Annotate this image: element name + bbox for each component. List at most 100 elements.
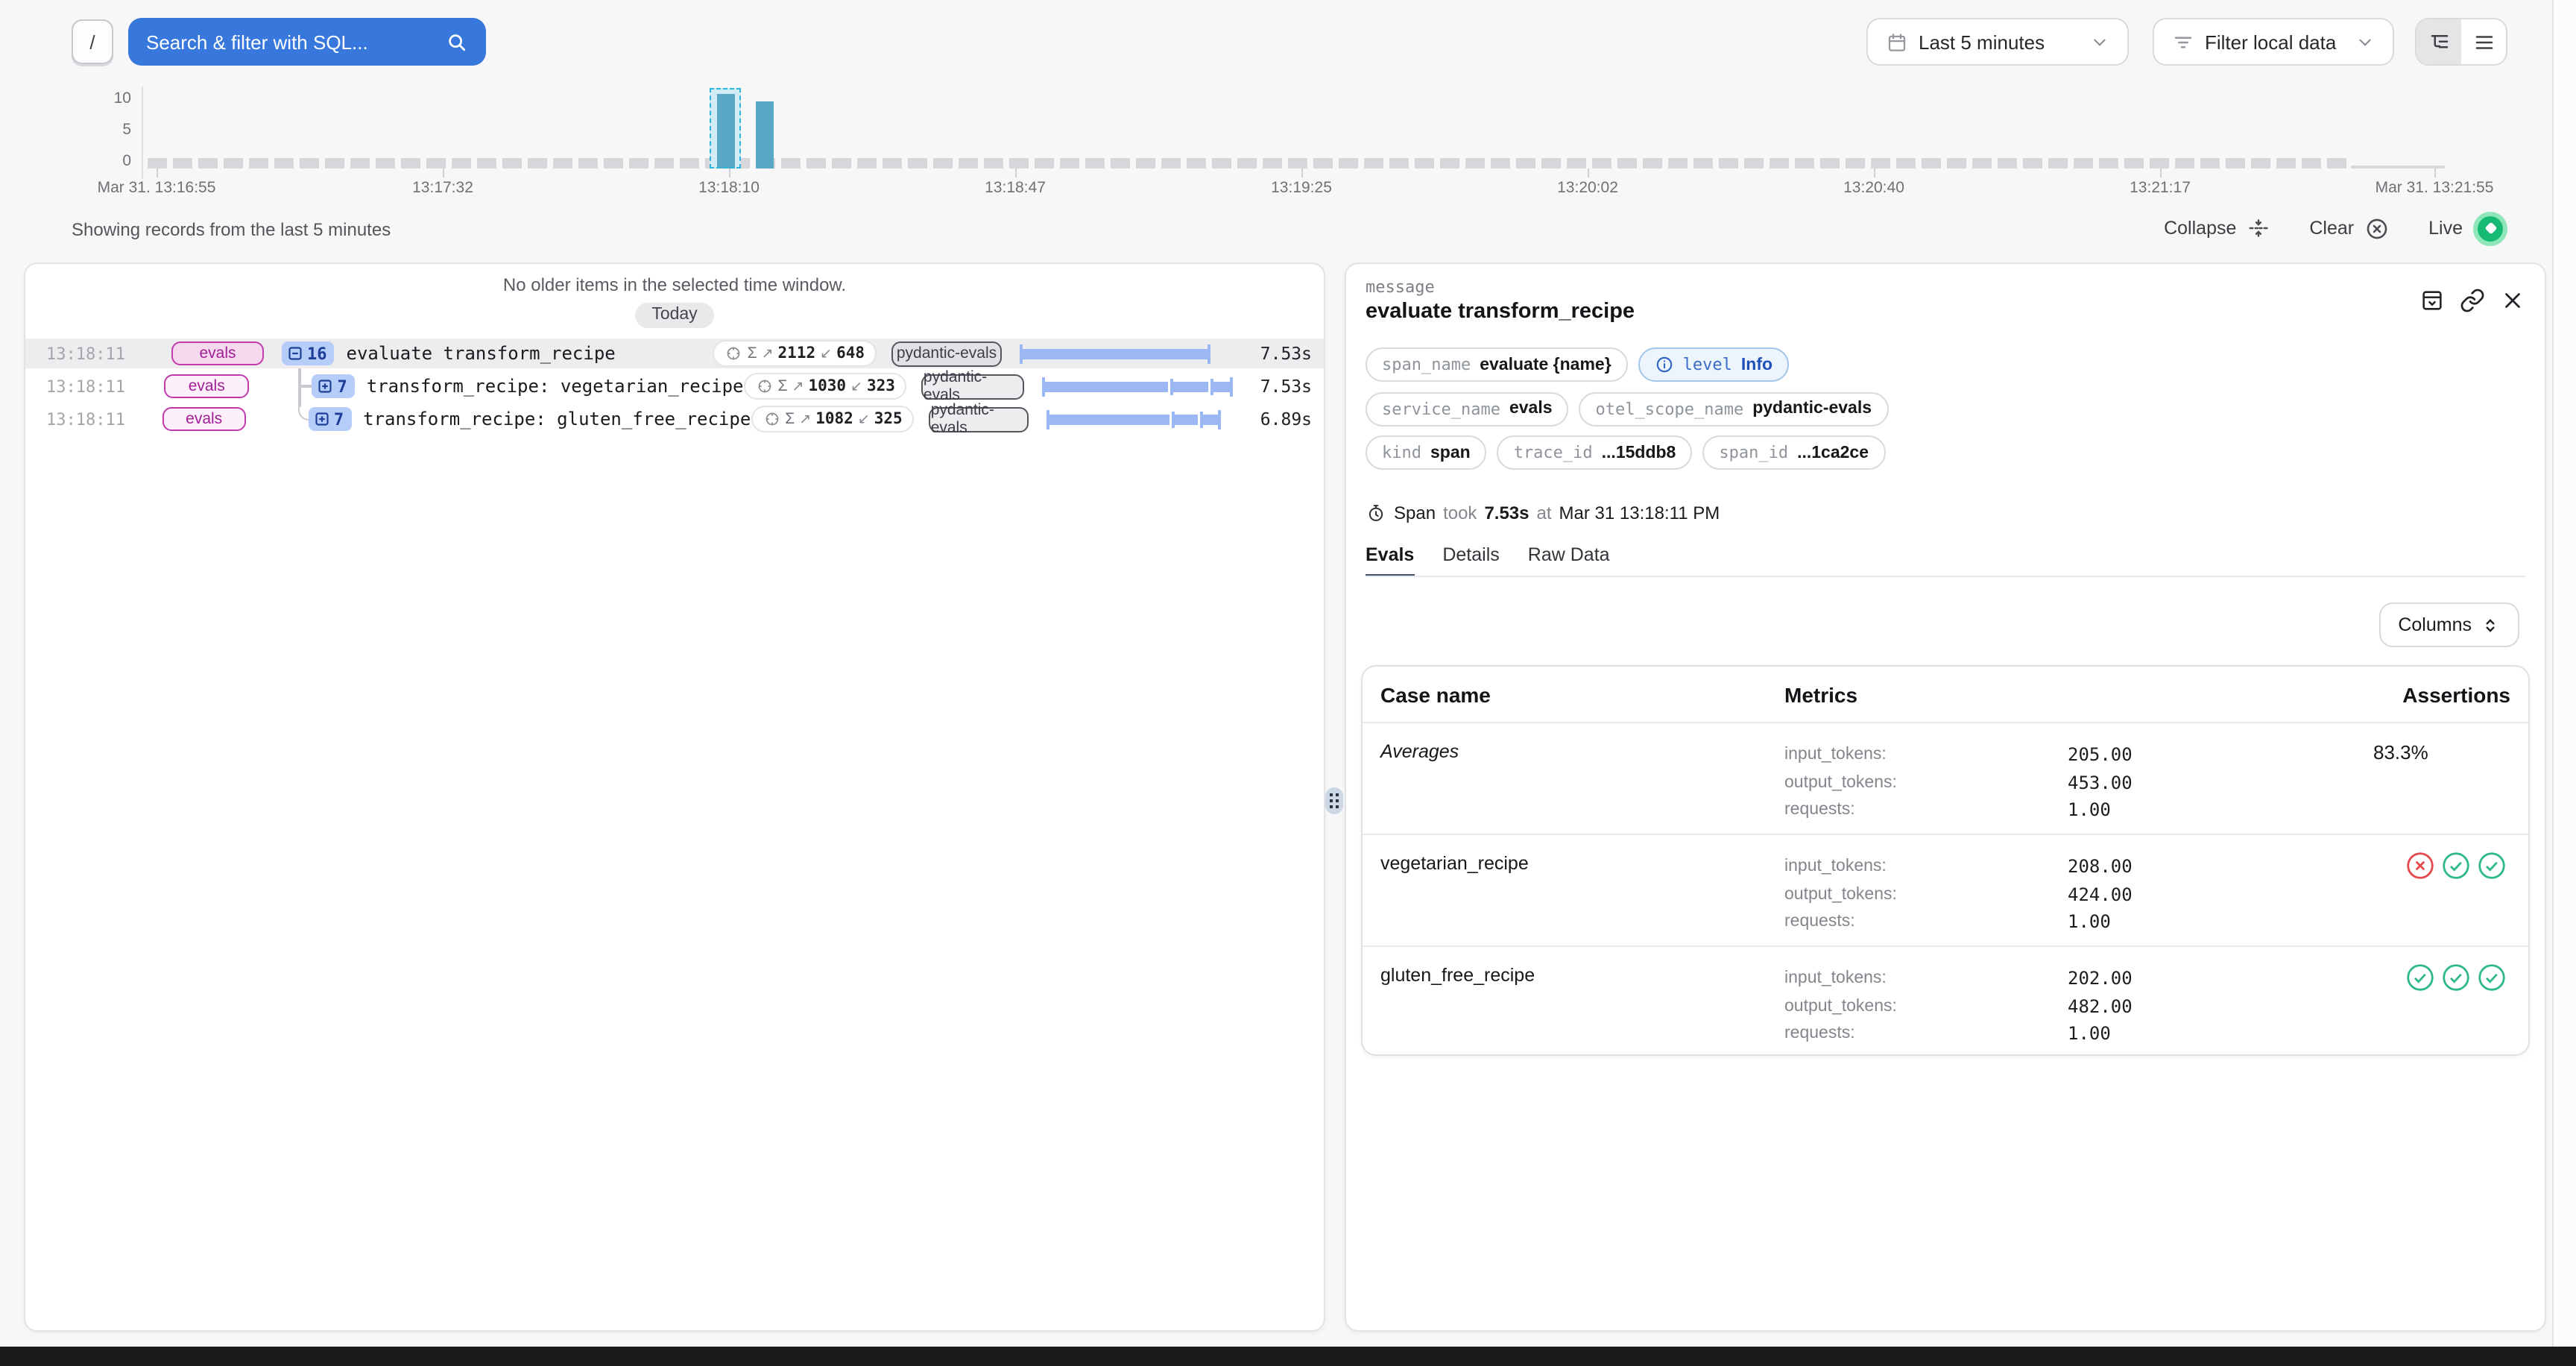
tab-details[interactable]: Details bbox=[1442, 544, 1499, 577]
collapse-button[interactable]: Collapse bbox=[2164, 216, 2270, 240]
list-view-button[interactable] bbox=[2461, 19, 2506, 64]
columns-button[interactable]: Columns bbox=[2378, 602, 2519, 647]
axis-tail-line bbox=[2351, 166, 2445, 169]
x-axis-tick-label: 13:18:47 bbox=[985, 179, 1046, 197]
span-title: evaluate transform_recipe bbox=[1366, 300, 1635, 324]
span-timestamp: Mar 31 13:18:11 PM bbox=[1559, 503, 1720, 523]
tree-view-button[interactable] bbox=[2416, 19, 2461, 64]
close-button[interactable] bbox=[2500, 288, 2525, 313]
duration-bar[interactable] bbox=[1020, 339, 1222, 368]
child-count: 7 bbox=[334, 409, 344, 429]
search-icon bbox=[446, 31, 468, 53]
assertion-pass-icon[interactable] bbox=[2476, 850, 2507, 937]
trace-row[interactable]: 13:18:11 evals 16 evaluate transform_rec… bbox=[25, 339, 1324, 368]
calendar-icon bbox=[1886, 31, 1908, 53]
level-badge[interactable]: level Info bbox=[1638, 347, 1789, 382]
token-metrics-chip[interactable]: Σ ↗ 1082 ↙ 325 bbox=[751, 406, 914, 432]
evals-tag-badge[interactable]: evals bbox=[164, 374, 250, 398]
metric-label: input_tokens: bbox=[1784, 965, 2068, 992]
tab-raw-data[interactable]: Raw Data bbox=[1528, 544, 1610, 577]
histogram-bar[interactable] bbox=[756, 101, 774, 169]
duration-bar[interactable] bbox=[1047, 404, 1231, 434]
dock-panel-button[interactable] bbox=[2419, 288, 2445, 313]
attribute-key: span_name bbox=[1382, 355, 1471, 374]
attribute-pill-span-name[interactable]: span_name evaluate {name} bbox=[1366, 347, 1628, 382]
trace-row[interactable]: 13:18:11 evals 7 transform_recipe: glute… bbox=[25, 404, 1324, 434]
collapse-children-toggle[interactable]: 16 bbox=[282, 342, 335, 365]
tab-evals[interactable]: Evals bbox=[1366, 544, 1414, 577]
time-range-dropdown[interactable]: Last 5 minutes bbox=[1866, 18, 2129, 66]
scope-badge[interactable]: pydantic-evals bbox=[922, 374, 1024, 399]
output-tokens-arrow-icon: ↙ bbox=[820, 345, 832, 362]
empty-buckets-baseline bbox=[148, 158, 2351, 169]
assertion-fail-icon[interactable] bbox=[2405, 850, 2436, 937]
sigma-icon: Σ bbox=[785, 410, 795, 428]
filter-dropdown[interactable]: Filter local data bbox=[2153, 18, 2394, 66]
expand-children-toggle[interactable]: 7 bbox=[309, 407, 351, 431]
child-count: 7 bbox=[338, 377, 347, 396]
metric-value: 1.00 bbox=[2068, 1020, 2349, 1048]
output-tokens-arrow-icon: ↙ bbox=[858, 411, 870, 427]
assertion-pass-icon[interactable] bbox=[2440, 962, 2472, 1048]
assertion-pass-icon[interactable] bbox=[2405, 962, 2436, 1048]
attribute-pill-span-id[interactable]: span_id ...1ca2ce bbox=[1702, 435, 1885, 470]
duration-bar[interactable] bbox=[1042, 371, 1229, 401]
square-plus-icon bbox=[318, 379, 333, 394]
evals-table-header: Case name Metrics Assertions bbox=[1363, 667, 2528, 722]
input-tokens-value: 2112 bbox=[778, 344, 816, 362]
detail-tabs: Evals Details Raw Data bbox=[1366, 544, 1610, 577]
date-chip-today[interactable]: Today bbox=[635, 302, 713, 327]
search-button[interactable]: Search & filter with SQL... bbox=[128, 18, 486, 66]
info-icon bbox=[1655, 355, 1674, 374]
token-metrics-chip[interactable]: Σ ↗ 1030 ↙ 323 bbox=[744, 373, 907, 400]
attribute-pill-kind[interactable]: kind span bbox=[1366, 435, 1487, 470]
scrollbar-gutter[interactable] bbox=[2552, 0, 2576, 1347]
assertion-pass-icon[interactable] bbox=[2440, 850, 2472, 937]
tokens-coin-icon bbox=[763, 410, 780, 428]
metric-value: 1.00 bbox=[2068, 796, 2349, 824]
span-name: transform_recipe: gluten_free_recipe bbox=[363, 409, 751, 429]
x-axis-tick bbox=[2434, 169, 2436, 177]
x-axis-tick-label: 13:19:25 bbox=[1271, 179, 1332, 197]
scope-badge[interactable]: pydantic-evals bbox=[891, 341, 1002, 366]
attribute-pill-otel-scope-name[interactable]: otel_scope_name pydantic-evals bbox=[1579, 391, 1889, 426]
token-metrics-chip[interactable]: Σ ↗ 2112 ↙ 648 bbox=[713, 340, 877, 367]
collapse-label: Collapse bbox=[2164, 218, 2236, 239]
span-detail-panel: message evaluate transform_recipe span_n… bbox=[1345, 262, 2546, 1332]
filter-label: Filter local data bbox=[2205, 31, 2336, 53]
live-label: Live bbox=[2428, 218, 2463, 239]
attribute-pill-trace-id[interactable]: trace_id ...15ddb8 bbox=[1497, 435, 1693, 470]
columns-label: Columns bbox=[2398, 614, 2472, 635]
view-mode-toggle bbox=[2415, 18, 2507, 66]
status-actions: Collapse Clear Live bbox=[2164, 209, 2507, 248]
case-name: Averages bbox=[1363, 741, 1784, 825]
metric-label: requests: bbox=[1784, 1020, 2068, 1048]
app-window: / Search & filter with SQL... Last 5 min… bbox=[0, 0, 2576, 1366]
square-plus-icon bbox=[315, 412, 329, 427]
evals-tag-badge[interactable]: evals bbox=[162, 407, 246, 431]
evals-tag-badge[interactable]: evals bbox=[171, 342, 264, 365]
clear-button[interactable]: Clear bbox=[2309, 215, 2390, 241]
scope-badge[interactable]: pydantic-evals bbox=[929, 406, 1029, 432]
header-case-name: Case name bbox=[1363, 682, 1784, 706]
assertion-pass-icon[interactable] bbox=[2476, 962, 2507, 1048]
x-axis-tick-label: Mar 31. 13:21:55 bbox=[2375, 179, 2494, 197]
panel-resize-handle[interactable] bbox=[1325, 787, 1343, 814]
metric-value: 1.00 bbox=[2068, 908, 2349, 936]
row-timestamp: 13:18:11 bbox=[46, 409, 133, 429]
metric-value: 202.00 bbox=[2068, 965, 2349, 992]
attribute-pill-service-name[interactable]: service_name evals bbox=[1366, 391, 1569, 426]
metric-value: 208.00 bbox=[2068, 853, 2349, 881]
live-toggle[interactable]: Live bbox=[2428, 211, 2507, 245]
row-timestamp: 13:18:11 bbox=[46, 377, 134, 396]
trace-row[interactable]: 13:18:11 evals 7 transform_recipe: veget… bbox=[25, 371, 1324, 401]
copy-link-button[interactable] bbox=[2460, 288, 2485, 313]
input-tokens-arrow-icon: ↗ bbox=[762, 345, 774, 362]
chevron-down-icon bbox=[2355, 32, 2375, 51]
attribute-key: level bbox=[1683, 355, 1732, 374]
timeline-chart[interactable]: 10 5 0 Mar 31. 13:16:55 13:17:32 13:18:1… bbox=[0, 85, 2576, 212]
sigma-icon: Σ bbox=[748, 344, 757, 362]
search-placeholder: Search & filter with SQL... bbox=[146, 31, 368, 53]
expand-children-toggle[interactable]: 7 bbox=[312, 374, 355, 398]
x-axis-tick bbox=[729, 169, 730, 177]
